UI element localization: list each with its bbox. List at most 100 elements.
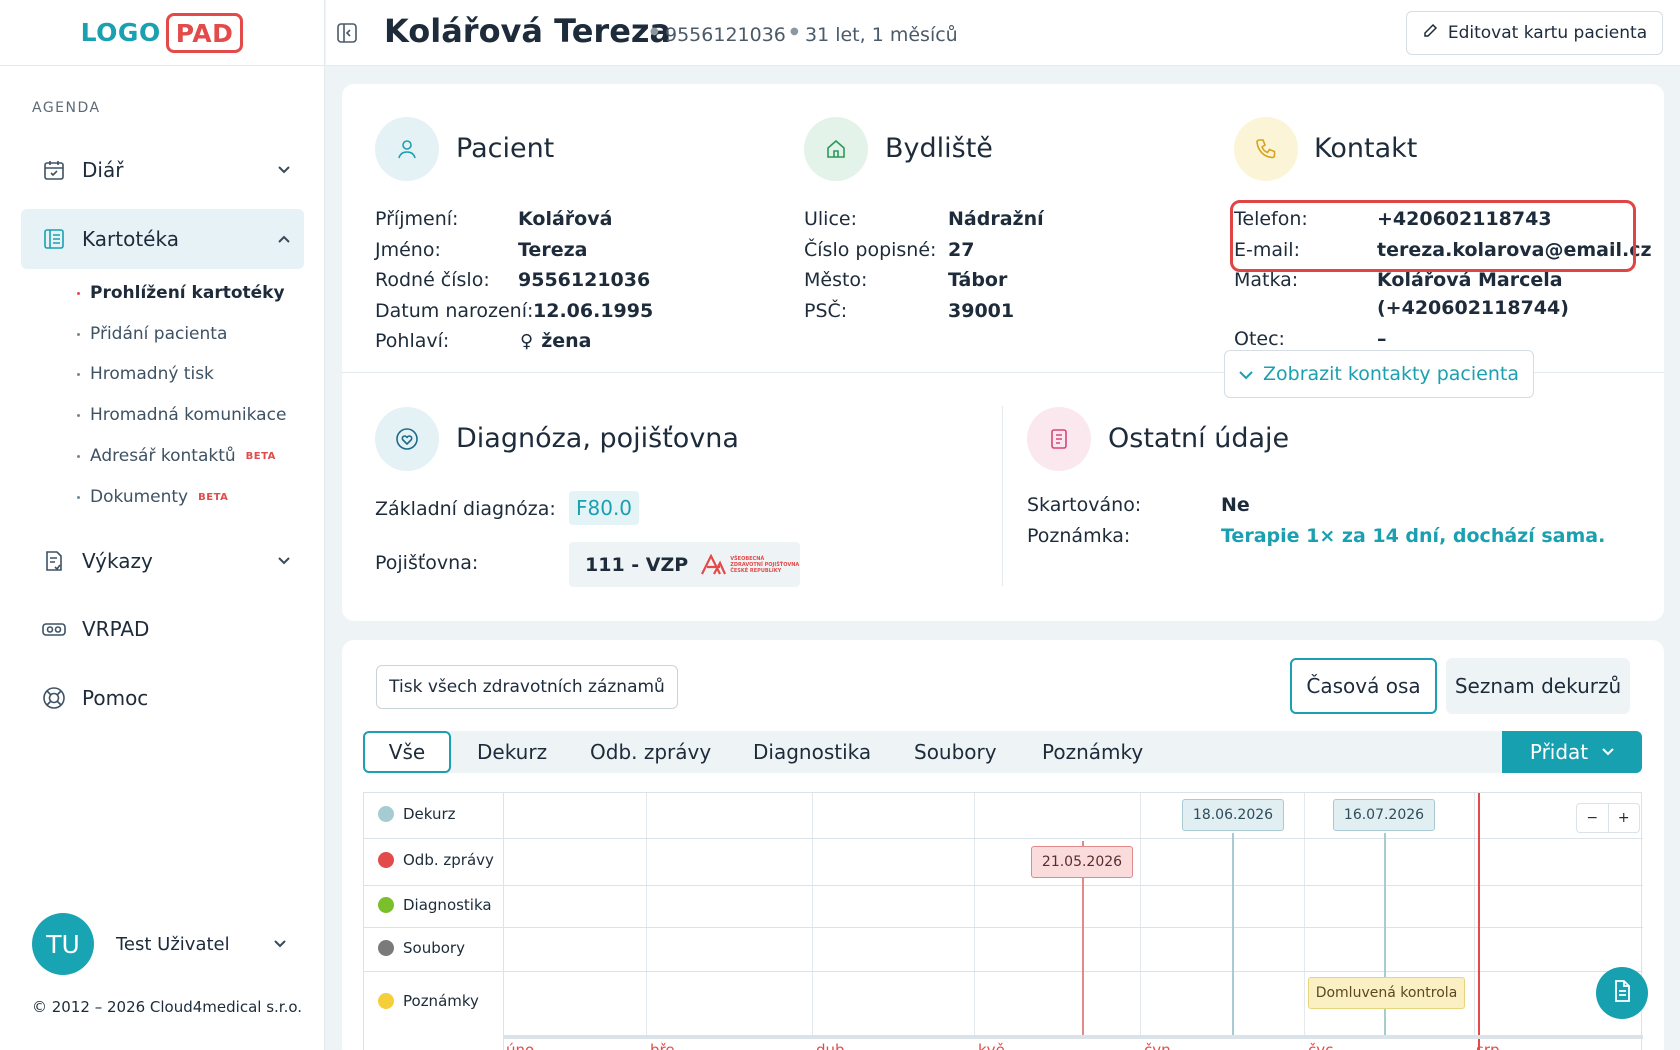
field-label: Ulice: <box>804 208 858 230</box>
zoom-out-button[interactable]: − <box>1577 804 1608 832</box>
user-menu[interactable]: TU Test Uživatel <box>32 913 286 975</box>
beta-badge: BETA <box>198 491 229 503</box>
legend-dekurz[interactable]: Dekurz <box>378 805 456 823</box>
section-title-patient: Pacient <box>456 133 555 164</box>
records-tabs: Vše Dekurz Odb. zprávy Diagnostika Soubo… <box>363 731 1642 773</box>
today-marker <box>1478 793 1480 1050</box>
page-header: Kolářová Tereza ● 9556121036 ● 31 let, 1… <box>326 0 1680 66</box>
tab-diagnostika[interactable]: Diagnostika <box>753 731 871 773</box>
sidebar-item-label: Pomoc <box>82 686 149 710</box>
zoom-in-button[interactable]: + <box>1607 804 1640 832</box>
document-icon <box>1027 407 1091 471</box>
edit-patient-label: Editovat kartu pacienta <box>1447 23 1648 43</box>
field-label: Pohlaví: <box>375 330 450 352</box>
logo-badge: PAD <box>165 12 244 53</box>
field-value: 27 <box>948 239 975 261</box>
field-label: Rodné číslo: <box>375 269 490 291</box>
chevron-down-icon <box>1239 363 1253 385</box>
female-icon: ♀ <box>520 330 534 352</box>
field-value: Tábor <box>948 269 1008 291</box>
tab-soubory[interactable]: Soubory <box>914 731 997 773</box>
sub-item-adresar[interactable]: Adresář kontaktů BETA <box>77 446 276 466</box>
field-label: Matka: <box>1234 269 1299 291</box>
legend-diagnostika[interactable]: Diagnostika <box>378 896 492 914</box>
field-value: Kolářová <box>518 208 613 230</box>
sub-item-label: Hromadná komunikace <box>90 405 287 425</box>
legend-poznamky[interactable]: Poznámky <box>378 992 479 1010</box>
sidebar-item-label: VRPAD <box>82 617 150 641</box>
zoom-controls: − + <box>1576 803 1640 833</box>
sidebar: LOGO PAD AGENDA Diář Kartotéka Prohlížen… <box>0 0 325 1050</box>
timeline-event[interactable]: Domluvená kontrola <box>1308 977 1465 1009</box>
phone-icon <box>1234 117 1298 181</box>
sidebar-item-kartoteka[interactable]: Kartotéka <box>21 209 304 269</box>
sidebar-item-vrpad[interactable]: VRPAD <box>21 599 304 659</box>
highlight-annotation <box>1230 200 1636 272</box>
sidebar-item-label: Diář <box>82 158 124 182</box>
floating-document-button[interactable] <box>1596 967 1648 1019</box>
sidebar-item-label: Kartotéka <box>82 227 179 251</box>
field-value-gender: ♀ žena <box>520 330 591 352</box>
timeline-event[interactable]: 18.06.2026 <box>1182 799 1284 831</box>
chevron-up-icon <box>264 231 304 247</box>
insurance-value: 111 - VZP VŠEOBECNÁ ZDRAVOTNÍ POJIŠŤOVNA… <box>569 542 800 587</box>
edit-patient-button[interactable]: Editovat kartu pacienta <box>1406 11 1663 55</box>
month-label: kvě <box>978 1041 1005 1050</box>
person-icon <box>375 117 439 181</box>
timeline-legend: Dekurz Odb. zprávy Diagnostika Soubory P… <box>364 793 504 1050</box>
report-icon <box>41 548 67 574</box>
sidebar-item-label: Výkazy <box>82 549 153 573</box>
avatar: TU <box>32 913 94 975</box>
birth-number: 9556121036 <box>665 24 786 46</box>
print-all-button[interactable]: Tisk všech zdravotních záznamů <box>376 665 678 709</box>
sub-item-prohlizeni[interactable]: Prohlížení kartotéky <box>77 283 285 303</box>
field-label: Město: <box>804 269 868 291</box>
sub-item-label: Dokumenty <box>90 487 189 507</box>
field-value: Kolářová Marcela <box>1377 269 1563 291</box>
sub-item-label: Prohlížení kartotéky <box>90 283 285 303</box>
view-timeline-button[interactable]: Časová osa <box>1290 658 1437 714</box>
vzp-logo: VŠEOBECNÁ ZDRAVOTNÍ POJIŠŤOVNA ČESKÉ REP… <box>700 553 799 576</box>
vr-headset-icon <box>41 616 67 642</box>
legend-odb-zpravy[interactable]: Odb. zprávy <box>378 851 494 869</box>
field-value: Ne <box>1221 494 1250 516</box>
timeline-event[interactable]: 21.05.2026 <box>1031 846 1133 878</box>
show-contacts-button[interactable]: Zobrazit kontakty pacienta <box>1224 350 1534 398</box>
add-record-button[interactable]: Přidat <box>1502 731 1642 773</box>
tab-odb-zpravy[interactable]: Odb. zprávy <box>590 731 711 773</box>
sidebar-item-vykazy[interactable]: Výkazy <box>21 531 304 591</box>
timeline-event[interactable]: 16.07.2026 <box>1333 799 1435 831</box>
section-title-diagnosis: Diagnóza, pojišťovna <box>456 423 739 454</box>
timeline[interactable]: Dekurz Odb. zprávy Diagnostika Soubory P… <box>363 792 1643 1050</box>
month-label: bře <box>650 1041 675 1050</box>
heart-shield-icon <box>375 407 439 471</box>
patient-age: 31 let, 1 měsíců <box>805 24 958 46</box>
lifebuoy-icon <box>41 685 67 711</box>
sub-item-pridani[interactable]: Přidání pacienta <box>77 324 227 344</box>
sub-item-hromadna-komunikace[interactable]: Hromadná komunikace <box>77 405 286 425</box>
user-name: Test Uživatel <box>116 933 230 955</box>
pencil-icon <box>1422 23 1438 44</box>
field-value: – <box>1377 328 1387 350</box>
sub-item-dokumenty[interactable]: Dokumenty BETA <box>77 487 228 507</box>
month-label: čvc <box>1308 1041 1334 1050</box>
chevron-down-icon <box>264 162 304 178</box>
sidebar-item-diar[interactable]: Diář <box>21 140 304 200</box>
sidebar-item-pomoc[interactable]: Pomoc <box>21 668 304 728</box>
chevron-down-icon <box>264 553 304 569</box>
section-title-address: Bydliště <box>885 133 993 164</box>
legend-soubory[interactable]: Soubory <box>378 939 465 957</box>
tab-dekurz[interactable]: Dekurz <box>477 731 547 773</box>
field-label: Základní diagnóza: <box>375 498 556 520</box>
sidebar-toggle-icon[interactable] <box>336 22 360 46</box>
show-contacts-label: Zobrazit kontakty pacienta <box>1263 363 1519 385</box>
home-icon <box>804 117 868 181</box>
logo[interactable]: LOGO PAD <box>0 0 324 66</box>
month-label: srp <box>1476 1041 1500 1050</box>
field-value: Nádražní <box>948 208 1044 230</box>
tab-vse[interactable]: Vše <box>363 731 451 773</box>
tab-poznamky[interactable]: Poznámky <box>1042 731 1143 773</box>
sub-item-hromadny-tisk[interactable]: Hromadný tisk <box>77 364 214 384</box>
view-list-button[interactable]: Seznam dekurzů <box>1446 658 1630 714</box>
insurance-label: 111 - VZP <box>585 553 689 576</box>
